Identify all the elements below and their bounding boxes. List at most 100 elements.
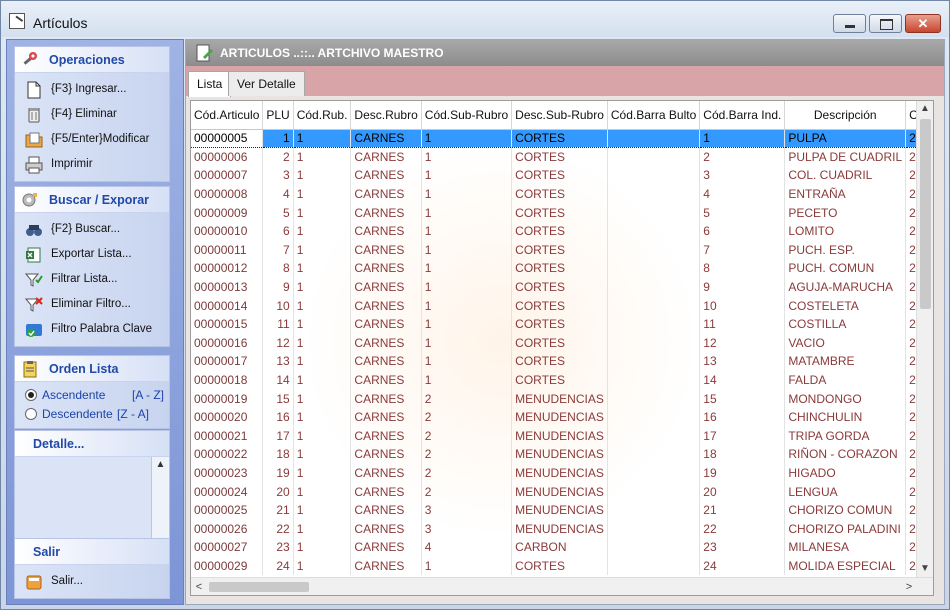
eliminar-filtro-button[interactable]: Eliminar Filtro...	[15, 292, 169, 317]
scroll-left-icon[interactable]: <	[191, 579, 207, 595]
table-cell	[607, 445, 701, 464]
table-row[interactable]: 00000024 20 1 CARNES 2 MENUDENCIAS 20 LENGUA 2	[191, 482, 933, 501]
table-row[interactable]: 00000013 9 1 CARNES 1 CORTES 9 AGUJA-MARUCHA 2	[191, 277, 933, 297]
tab-lista[interactable]: Lista	[188, 71, 232, 97]
exportar-button[interactable]: Exportar Lista...	[15, 242, 169, 267]
table-cell: CARNES	[350, 370, 422, 390]
table-row[interactable]: 00000010 6 1 CARNES 1 CORTES 6 LOMITO 2	[191, 221, 933, 241]
table-row[interactable]: 00000021 17 1 CARNES 2 MENUDENCIAS 17 TRIPA GOR…	[191, 426, 933, 446]
orden-panel: Orden Lista Ascendente [A - Z] Descenden…	[14, 355, 170, 429]
column-header[interactable]: Cód.Articulo	[191, 101, 264, 130]
document-edit-icon	[196, 44, 213, 62]
table-cell: 2	[421, 463, 513, 483]
column-header[interactable]: Cód.Barra Bulto	[607, 101, 701, 130]
table-cell: 00000023	[191, 463, 264, 483]
gear-search-icon	[22, 193, 37, 207]
table-row[interactable]: 00000011 7 1 CARNES 1 CORTES 7 PUCH. ESP. 2	[191, 240, 933, 260]
column-header[interactable]: PLU	[262, 101, 294, 130]
detalle-header[interactable]: Detalle...	[15, 431, 169, 457]
scroll-up-icon[interactable]: ▲	[917, 101, 933, 117]
filtrar-button[interactable]: Filtrar Lista...	[15, 267, 169, 292]
descendente-radio[interactable]: Descendente [Z - A]	[15, 404, 169, 423]
table-cell: 00000018	[191, 370, 264, 390]
table-cell: 1	[293, 389, 352, 408]
table-row[interactable]: 00000027 23 1 CARNES 4 CARBON 23 MILANESA 2	[191, 538, 933, 557]
table-cell: CARNES	[350, 407, 422, 427]
operaciones-header[interactable]: Operaciones	[15, 47, 169, 73]
column-header[interactable]: Descripción	[784, 101, 907, 130]
salir-title: Salir	[33, 545, 61, 559]
radio-unchecked[interactable]	[25, 408, 37, 420]
table-cell: 1	[293, 556, 352, 576]
ingresar-button[interactable]: {F3} Ingresar...	[15, 77, 169, 102]
table-row[interactable]: 00000015 11 1 CARNES 1 CORTES 11 COSTILLA 2	[191, 314, 933, 334]
table-row[interactable]: 00000014 10 1 CARNES 1 CORTES 10 COSTELETA 2	[191, 296, 933, 315]
column-header[interactable]: Cód.Barra Ind.	[699, 101, 786, 130]
table-row[interactable]: 00000017 13 1 CARNES 1 CORTES 13 MATAMBRE 2	[191, 352, 933, 371]
table-row[interactable]: 00000008 4 1 CARNES 1 CORTES 4 ENTRAÑA 2	[191, 184, 933, 204]
table-cell	[607, 184, 701, 204]
table-cell	[607, 500, 701, 520]
table-row[interactable]: 00000016 12 1 CARNES 1 CORTES 12 VACIO 2	[191, 333, 933, 353]
title-bar[interactable]: Artículos ✕	[1, 1, 949, 37]
scroll-up-icon[interactable]: ▲	[152, 459, 169, 475]
horizontal-scrollbar[interactable]: < >	[191, 577, 933, 595]
scroll-thumb[interactable]	[920, 119, 931, 309]
table-row[interactable]: 00000009 5 1 CARNES 1 CORTES 5 PECETO 2	[191, 203, 933, 222]
table-cell	[607, 259, 701, 278]
table-cell: 13	[699, 352, 786, 371]
salir-panel: Salir Salir...	[14, 538, 170, 599]
ascendente-radio[interactable]: Ascendente [A - Z]	[15, 385, 169, 404]
table-cell: 00000006	[191, 147, 264, 167]
eliminar-button[interactable]: {F4} Eliminar	[15, 102, 169, 127]
column-header[interactable]: Cód.Sub-Rubro	[421, 101, 513, 130]
column-header[interactable]: Desc.Sub-Rubro	[511, 101, 608, 130]
radio-checked[interactable]	[25, 389, 37, 401]
table-cell: MATAMBRE	[784, 352, 907, 371]
hscroll-thumb[interactable]	[209, 582, 309, 592]
table-row[interactable]: 00000019 15 1 CARNES 2 MENUDENCIAS 15 MONDONGO 2	[191, 389, 933, 408]
table-cell: 2	[421, 445, 513, 464]
modificar-button[interactable]: {F5/Enter}Modificar	[15, 127, 169, 152]
articles-grid[interactable]: Cód.Articulo PLU Cód.Rub. Desc.Rubro Cód.Sub…	[190, 100, 934, 596]
orden-header[interactable]: Orden Lista	[15, 356, 169, 382]
close-button[interactable]: ✕	[905, 14, 941, 33]
table-row[interactable]: 00000026 22 1 CARNES 3 MENUDENCIAS 22 CHORIZO P…	[191, 519, 933, 539]
table-row[interactable]: 00000020 16 1 CARNES 2 MENUDENCIAS 16 CHINCHULI…	[191, 407, 933, 427]
salir-header[interactable]: Salir	[15, 539, 169, 565]
buscar-button[interactable]: {F2} Buscar...	[15, 217, 169, 242]
table-cell: CORTES	[511, 296, 608, 315]
table-cell: 8	[699, 259, 786, 278]
salir-button[interactable]: Salir...	[15, 569, 169, 594]
scroll-right-icon[interactable]: >	[901, 579, 917, 595]
column-header[interactable]: Cód.Rub.	[293, 101, 352, 130]
table-row[interactable]: 00000018 14 1 CARNES 1 CORTES 14 FALDA 2	[191, 370, 933, 390]
table-cell: 1	[293, 519, 352, 539]
table-row[interactable]: 00000023 19 1 CARNES 2 MENUDENCIAS 19 HIGADO 2	[191, 463, 933, 483]
table-row[interactable]: 00000012 8 1 CARNES 1 CORTES 8 PUCH. COMUN 2	[191, 259, 933, 278]
table-row[interactable]: 00000007 3 1 CARNES 1 CORTES 3 COL. CUADRIL 2	[191, 166, 933, 185]
maximize-button[interactable]	[869, 14, 902, 33]
tab-ver-detalle[interactable]: Ver Detalle	[228, 71, 305, 96]
scroll-down-icon[interactable]: ▼	[917, 561, 933, 577]
descendente-label: Descendente	[42, 407, 113, 421]
table-row[interactable]: 00000005 1 1 CARNES 1 CORTES 1 PULPA 2	[191, 128, 933, 149]
buscar-header[interactable]: Buscar / Exporar	[15, 187, 169, 213]
column-header[interactable]: Desc.Rubro	[350, 101, 422, 130]
tab-strip: Lista Ver Detalle	[186, 66, 944, 97]
table-cell: 1	[293, 538, 352, 557]
filtro-palabra-clave-label: Filtro Palabra Clave	[51, 323, 152, 335]
table-cell: 6	[262, 221, 294, 241]
table-cell: 10	[699, 296, 786, 315]
table-row[interactable]: 00000025 21 1 CARNES 3 MENUDENCIAS 21 CHORIZO C…	[191, 500, 933, 520]
table-cell: 15	[699, 389, 786, 408]
table-cell: HIGADO	[784, 463, 907, 483]
filtro-palabra-clave-button[interactable]: Filtro Palabra Clave	[15, 317, 169, 342]
table-row[interactable]: 00000029 24 1 CARNES 1 CORTES 24 MOLIDA ESPECIA…	[191, 556, 933, 576]
minimize-button[interactable]	[833, 14, 866, 33]
vertical-scrollbar[interactable]: ▲ ▼	[916, 101, 933, 577]
table-cell: CORTES	[511, 128, 608, 149]
imprimir-button[interactable]: Imprimir	[15, 152, 169, 177]
table-row[interactable]: 00000022 18 1 CARNES 2 MENUDENCIAS 18 RIÑON - C…	[191, 445, 933, 464]
table-row[interactable]: 00000006 2 1 CARNES 1 CORTES 2 PULPA DE CUADRIL…	[191, 147, 933, 167]
